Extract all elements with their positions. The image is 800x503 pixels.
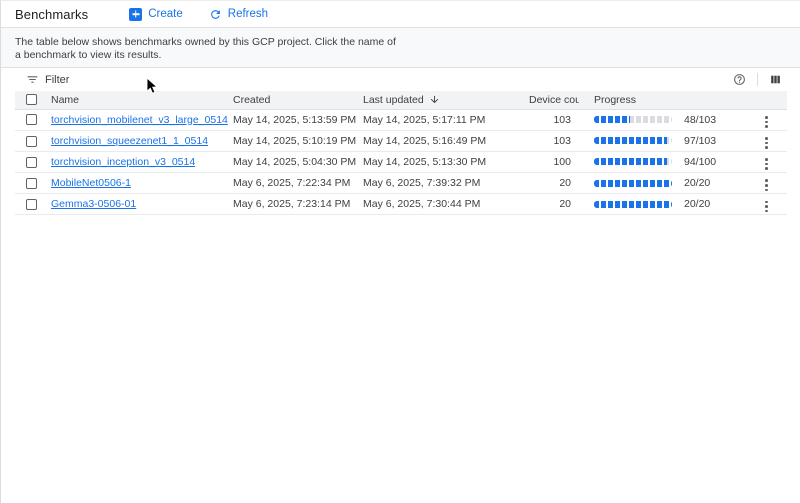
updated-cell: May 14, 2025, 5:17:11 PM: [363, 109, 529, 130]
updated-cell: May 14, 2025, 5:13:30 PM: [363, 151, 529, 172]
progress-label: 48/103: [684, 114, 716, 126]
col-header-last-updated[interactable]: Last updated: [363, 91, 529, 109]
progress-bar: [594, 137, 672, 144]
refresh-button[interactable]: Refresh: [205, 6, 272, 23]
device-count-cell: 20: [529, 173, 579, 194]
description-line-1: The table below shows benchmarks owned b…: [15, 36, 786, 49]
column-display-icon: [769, 73, 782, 86]
page-header: Benchmarks Create Refresh: [1, 1, 800, 28]
col-header-device-count[interactable]: Device count: [529, 91, 579, 109]
filter-row: Filter: [1, 68, 800, 91]
filter-row-actions: [731, 73, 784, 86]
device-count-cell: 103: [529, 130, 579, 151]
created-cell: May 14, 2025, 5:04:30 PM: [233, 151, 363, 172]
filter-button[interactable]: Filter: [26, 73, 69, 86]
progress-bar: [594, 116, 672, 123]
benchmark-name-link[interactable]: MobileNet0506-1: [51, 177, 131, 189]
refresh-button-label: Refresh: [228, 8, 268, 20]
row-checkbox[interactable]: [26, 157, 37, 168]
row-menu-kebab-icon[interactable]: [761, 156, 772, 172]
filter-lines-icon: [26, 73, 39, 86]
arrow-down-icon[interactable]: [429, 94, 440, 105]
benchmark-name-link[interactable]: torchvision_mobilenet_v3_large_0514: [51, 114, 228, 126]
toolbar: Create Refresh: [125, 6, 272, 23]
progress-label: 94/100: [684, 156, 716, 168]
progress-bar: [594, 180, 672, 187]
create-button-label: Create: [148, 8, 183, 20]
progress-label: 20/20: [684, 177, 710, 189]
table-header-row: Name Created Last updated Device count P…: [15, 91, 787, 109]
row-menu-kebab-icon[interactable]: [761, 114, 772, 130]
plus-box-icon: [129, 8, 142, 21]
table-row: torchvision_squeezenet1_1_0514 May 14, 2…: [15, 130, 787, 151]
benchmarks-table: Name Created Last updated Device count P…: [15, 91, 787, 215]
progress-label: 20/20: [684, 198, 710, 210]
created-cell: May 6, 2025, 7:22:34 PM: [233, 173, 363, 194]
created-cell: May 14, 2025, 5:10:19 PM: [233, 130, 363, 151]
table-row: MobileNet0506-1 May 6, 2025, 7:22:34 PM …: [15, 173, 787, 194]
table-row: Gemma3-0506-01 May 6, 2025, 7:23:14 PM M…: [15, 194, 787, 215]
row-checkbox[interactable]: [26, 114, 37, 125]
table-row: torchvision_inception_v3_0514 May 14, 20…: [15, 151, 787, 172]
description-band: The table below shows benchmarks owned b…: [1, 28, 800, 68]
progress-bar: [594, 158, 672, 165]
created-cell: May 6, 2025, 7:23:14 PM: [233, 194, 363, 215]
select-all-checkbox[interactable]: [26, 94, 37, 105]
created-cell: May 14, 2025, 5:13:59 PM: [233, 109, 363, 130]
updated-cell: May 14, 2025, 5:16:49 PM: [363, 130, 529, 151]
last-updated-label: Last updated: [363, 94, 424, 106]
col-header-actions: [746, 91, 787, 109]
col-header-name[interactable]: Name: [51, 91, 233, 109]
row-checkbox[interactable]: [26, 136, 37, 147]
column-display-button[interactable]: [767, 73, 784, 86]
col-header-progress[interactable]: Progress: [579, 91, 746, 109]
progress-bar: [594, 201, 672, 208]
row-checkbox[interactable]: [26, 178, 37, 189]
row-menu-kebab-icon[interactable]: [761, 199, 772, 215]
question-circle-icon: [733, 73, 746, 86]
description-line-2: a benchmark to view its results.: [15, 49, 786, 62]
device-count-cell: 103: [529, 109, 579, 130]
progress-label: 97/103: [684, 135, 716, 147]
row-menu-kebab-icon[interactable]: [761, 177, 772, 193]
device-count-cell: 20: [529, 194, 579, 215]
create-button[interactable]: Create: [125, 6, 187, 23]
col-header-created[interactable]: Created: [233, 91, 363, 109]
help-button[interactable]: [731, 73, 748, 86]
updated-cell: May 6, 2025, 7:30:44 PM: [363, 194, 529, 215]
filter-label: Filter: [45, 74, 69, 86]
updated-cell: May 6, 2025, 7:39:32 PM: [363, 173, 529, 194]
benchmark-name-link[interactable]: torchvision_inception_v3_0514: [51, 156, 195, 168]
refresh-arrow-icon: [209, 8, 222, 21]
device-count-cell: 100: [529, 151, 579, 172]
page-title: Benchmarks: [15, 7, 88, 22]
toolbar-divider: [757, 73, 758, 86]
benchmark-name-link[interactable]: torchvision_squeezenet1_1_0514: [51, 135, 208, 147]
row-menu-kebab-icon[interactable]: [761, 135, 772, 151]
table-row: torchvision_mobilenet_v3_large_0514 May …: [15, 109, 787, 130]
benchmarks-page: Benchmarks Create Refresh The table belo…: [0, 0, 800, 503]
row-checkbox[interactable]: [26, 199, 37, 210]
benchmark-name-link[interactable]: Gemma3-0506-01: [51, 198, 136, 210]
